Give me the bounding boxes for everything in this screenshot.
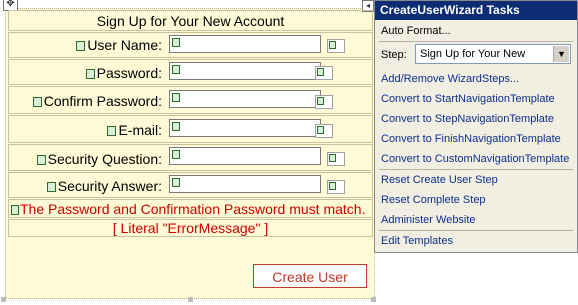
- tasks-panel-title: CreateUserWizard Tasks: [375, 1, 577, 20]
- convert-finish-navigation-link[interactable]: Convert to FinishNavigationTemplate: [381, 132, 561, 146]
- password-validator: [315, 66, 333, 80]
- security-answer-input[interactable]: [169, 175, 321, 193]
- security-answer-label: Security Answer:: [47, 177, 162, 195]
- tasks-panel: CreateUserWizard Tasks Auto Format... St…: [374, 0, 578, 253]
- email-input[interactable]: [169, 119, 321, 137]
- step-label: Step:: [381, 49, 407, 61]
- security-answer-validator: [327, 180, 345, 194]
- confirm-password-validator: [315, 95, 333, 109]
- separator: [379, 169, 573, 170]
- auto-format-link[interactable]: Auto Format...: [381, 24, 451, 38]
- security-question-row: Security Question:: [8, 144, 373, 171]
- resize-handle-bottom[interactable]: [188, 297, 193, 302]
- step-select[interactable]: Sign Up for Your New ▼: [415, 44, 571, 64]
- create-user-button[interactable]: Create User: [253, 264, 367, 288]
- error-message-literal: [ Literal "ErrorMessage" ]: [8, 219, 373, 237]
- security-question-label: Security Question:: [37, 150, 162, 168]
- username-input[interactable]: [169, 35, 321, 53]
- designer-surface: ✥ ◂ Sign Up for Your New Account User Na…: [0, 0, 376, 305]
- password-label: Password:: [86, 64, 162, 82]
- username-validator: [327, 39, 345, 53]
- password-input[interactable]: [169, 62, 321, 80]
- add-remove-wizardsteps-link[interactable]: Add/Remove WizardSteps...: [381, 72, 519, 86]
- security-answer-row: Security Answer:: [8, 172, 373, 198]
- email-row: E-mail:: [8, 115, 373, 143]
- separator: [379, 41, 573, 42]
- security-question-input[interactable]: [169, 147, 321, 165]
- resize-handle-bottom-left[interactable]: [1, 297, 6, 302]
- reset-create-user-step-link[interactable]: Reset Create User Step: [381, 173, 498, 187]
- convert-custom-navigation-link[interactable]: Convert to CustomNavigationTemplate: [381, 152, 569, 166]
- security-question-validator: [327, 152, 345, 166]
- wizard-title: Sign Up for Your New Account: [8, 10, 373, 31]
- resize-handle-bottom-right[interactable]: [371, 297, 376, 302]
- email-validator: [315, 124, 333, 138]
- confirm-password-label: Confirm Password:: [33, 92, 162, 110]
- convert-step-navigation-link[interactable]: Convert to StepNavigationTemplate: [381, 112, 554, 126]
- username-label: User Name:: [76, 36, 162, 54]
- step-select-value: Sign Up for Your New: [420, 48, 526, 60]
- edit-templates-link[interactable]: Edit Templates: [381, 234, 453, 248]
- confirm-password-input[interactable]: [169, 90, 321, 108]
- password-row: Password:: [8, 59, 373, 85]
- reset-complete-step-link[interactable]: Reset Complete Step: [381, 193, 486, 207]
- username-row: User Name:: [8, 32, 373, 58]
- confirm-password-row: Confirm Password:: [8, 86, 373, 114]
- administer-website-link[interactable]: Administer Website: [381, 213, 476, 227]
- email-label: E-mail:: [107, 121, 162, 139]
- separator: [379, 230, 573, 231]
- password-compare-message: The Password and Confirmation Password m…: [8, 199, 373, 218]
- chevron-down-icon[interactable]: ▼: [553, 46, 569, 62]
- convert-start-navigation-link[interactable]: Convert to StartNavigationTemplate: [381, 92, 555, 106]
